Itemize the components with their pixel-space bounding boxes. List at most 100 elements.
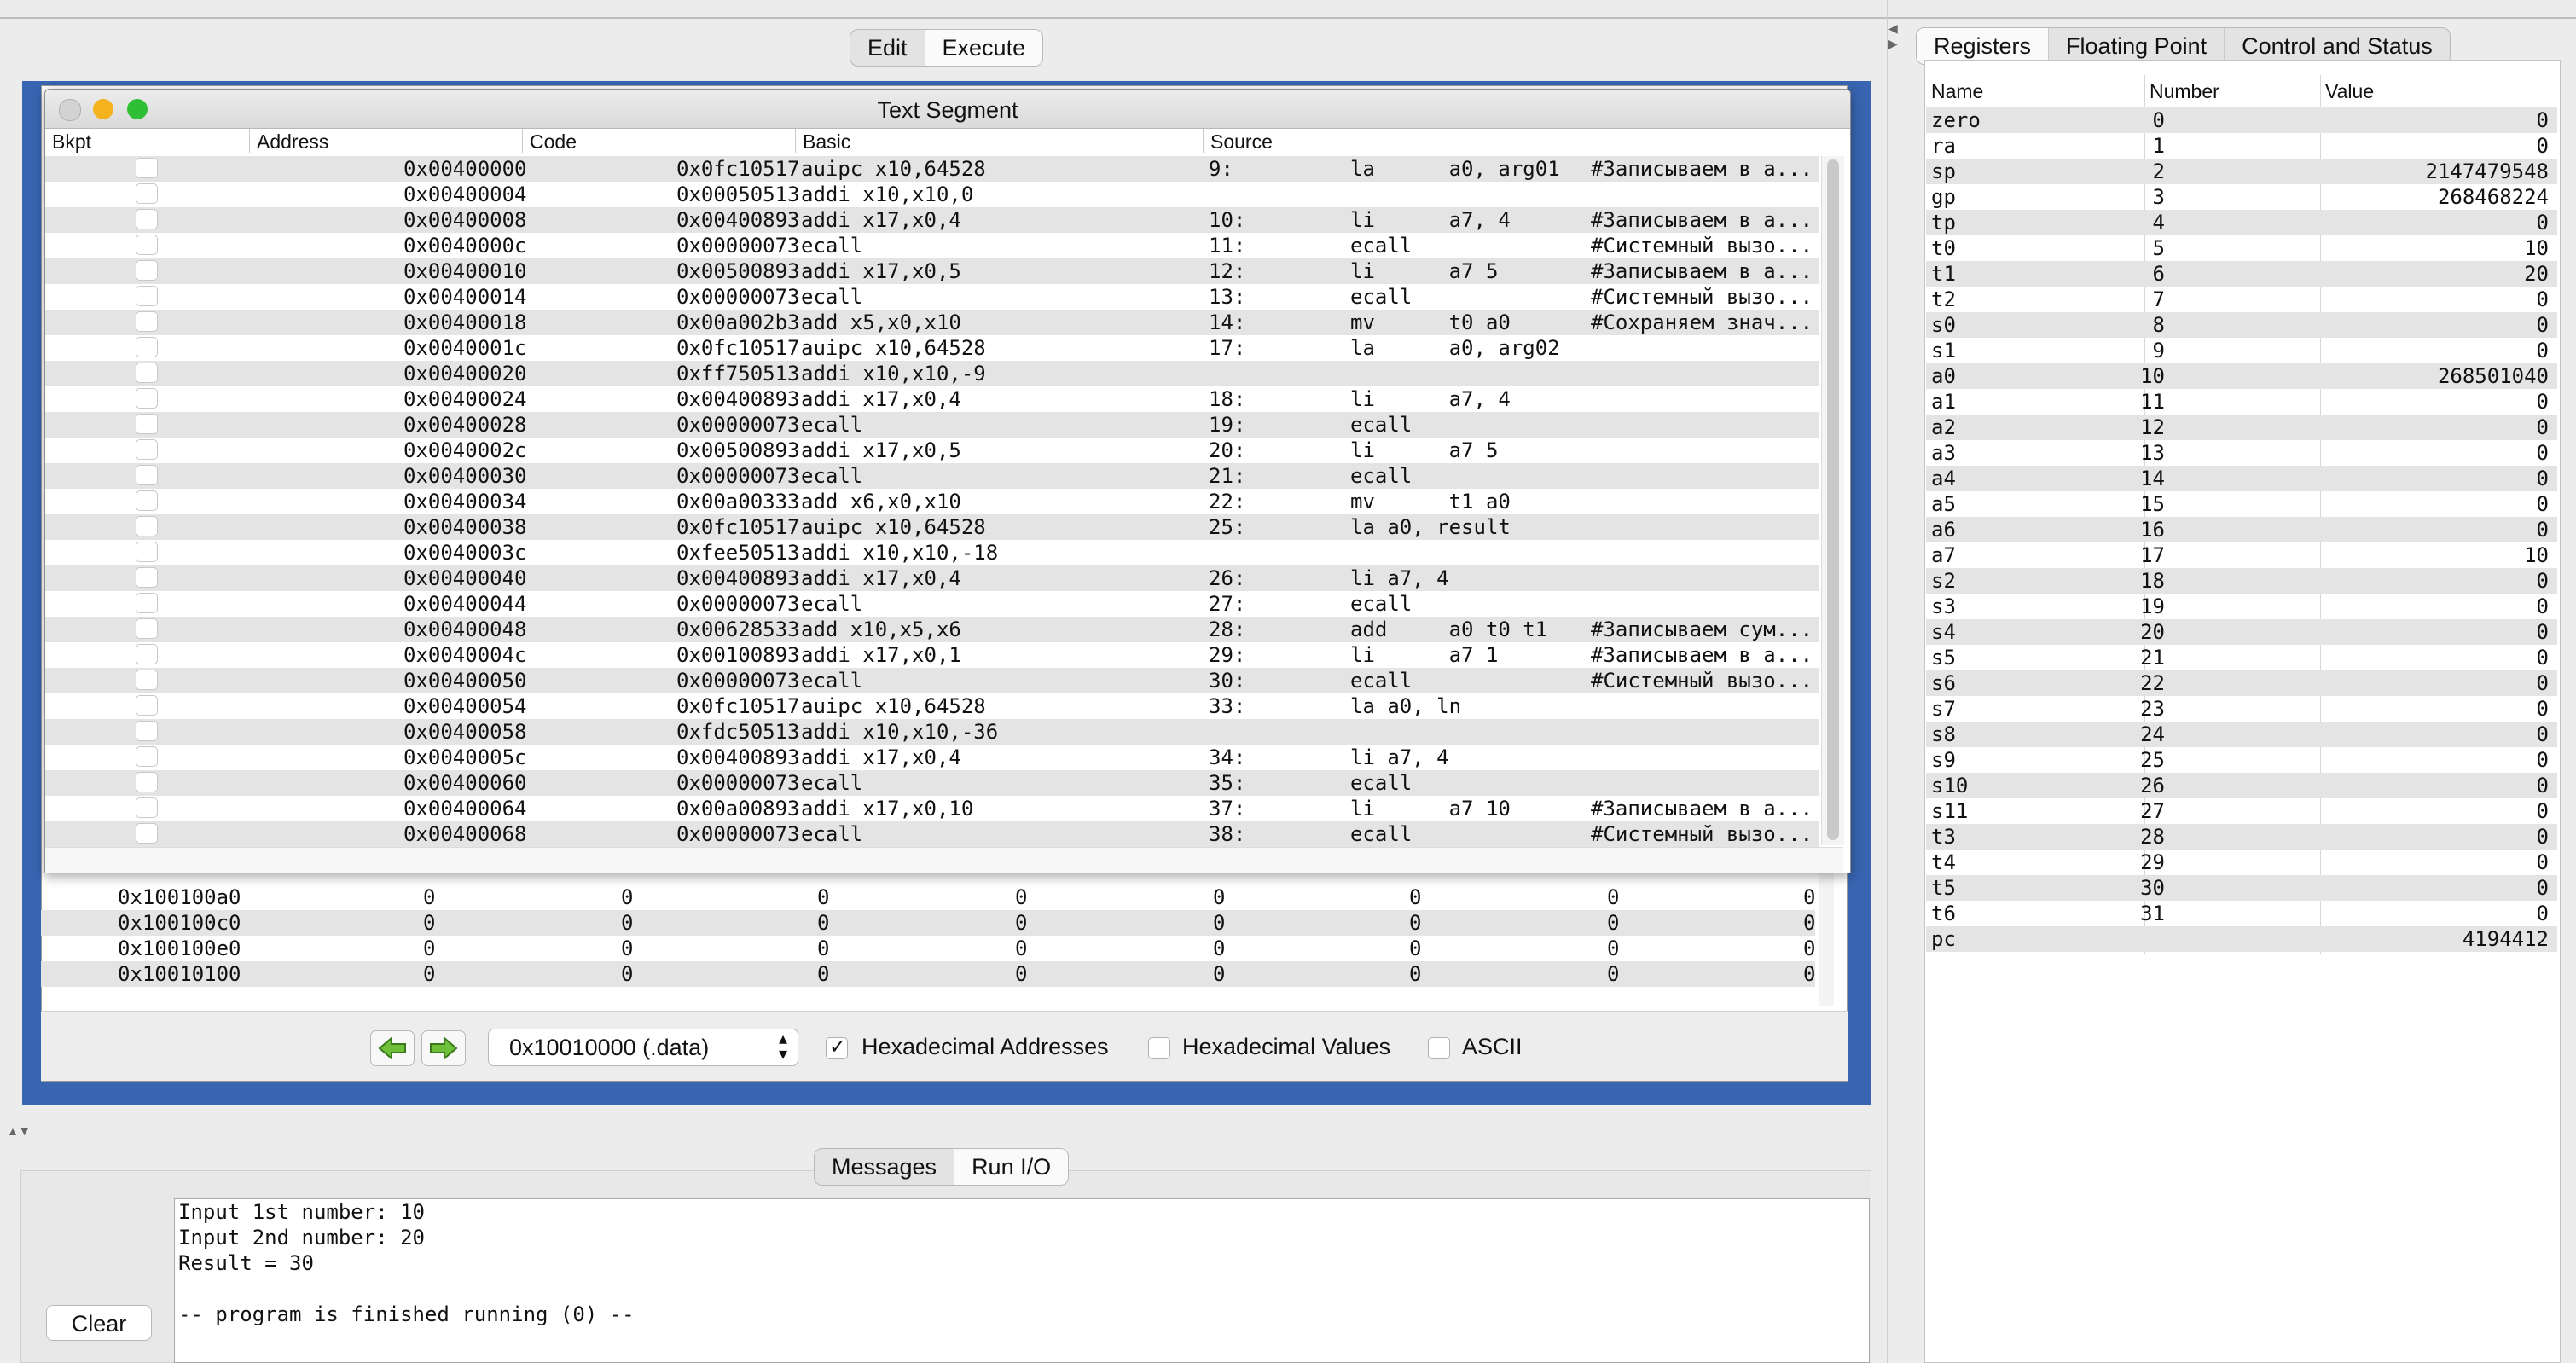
address-cell: 0x00400008: [403, 208, 527, 232]
table-row[interactable]: 0x00400040 0x00400893 addi x17,x0,4 26: li a…: [45, 566, 1819, 591]
splitter-collapse-icon[interactable]: ◀ ▶: [1888, 20, 1898, 51]
table-row[interactable]: 0x0040004c 0x00100893 addi x17,x0,1 29: li a…: [45, 642, 1819, 668]
data-value-cell: 0: [1213, 962, 1226, 986]
breakpoint-checkbox[interactable]: [136, 746, 158, 767]
register-row: t5 30 0: [1926, 875, 2557, 901]
table-row[interactable]: 0x00400020 0xff750513 addi x10,x10,-9: [45, 361, 1819, 386]
hex-values-checkbox[interactable]: [1148, 1037, 1170, 1059]
table-row[interactable]: 0x00400060 0x00000073 ecall 35: ecall: [45, 770, 1819, 796]
table-row[interactable]: 0x0040001c 0x0fc10517 auipc x10,64528 17: la…: [45, 335, 1819, 361]
segment-select[interactable]: 0x10010000 (.data) ▴ ▾: [488, 1029, 798, 1066]
table-row[interactable]: 0x00400008 0x00400893 addi x17,x0,4 10: li a…: [45, 207, 1819, 233]
breakpoint-checkbox[interactable]: [136, 593, 158, 613]
breakpoint-checkbox[interactable]: [136, 721, 158, 741]
breakpoint-checkbox[interactable]: [136, 209, 158, 229]
prev-button[interactable]: [370, 1030, 415, 1066]
breakpoint-checkbox[interactable]: [136, 772, 158, 792]
data-segment-scrollbar[interactable]: [1819, 873, 1834, 1006]
register-row: s5 21 0: [1926, 645, 2557, 670]
reg-header-value[interactable]: Value: [2325, 80, 2374, 103]
table-row[interactable]: 0x00400048 0x00628533 add x10,x5,x6 28: add …: [45, 617, 1819, 642]
table-row[interactable]: 0x00400038 0x0fc10517 auipc x10,64528 25: la…: [45, 514, 1819, 540]
breakpoint-checkbox[interactable]: [136, 644, 158, 664]
breakpoint-checkbox[interactable]: [136, 286, 158, 306]
hex-addresses-checkbox[interactable]: ✓: [826, 1035, 848, 1059]
breakpoint-checkbox[interactable]: [136, 158, 158, 178]
breakpoint-checkbox[interactable]: [136, 823, 158, 844]
address-cell: 0x00400068: [403, 822, 527, 846]
table-row[interactable]: 0x0040005c 0x00400893 addi x17,x0,4 34: li a…: [45, 745, 1819, 770]
reg-header-name[interactable]: Name: [1931, 80, 1983, 103]
breakpoint-checkbox[interactable]: [136, 362, 158, 383]
source-cell: li a7 5: [1350, 438, 1499, 462]
breakpoint-checkbox[interactable]: [136, 567, 158, 588]
breakpoint-checkbox[interactable]: [136, 490, 158, 511]
data-value-cell: 0: [1803, 937, 1816, 960]
table-row[interactable]: 0x00400004 0x00050513 addi x10,x10,0: [45, 182, 1819, 207]
breakpoint-checkbox[interactable]: [136, 183, 158, 204]
next-button[interactable]: [421, 1030, 466, 1066]
col-header-address[interactable]: Address: [250, 129, 523, 153]
breakpoint-checkbox[interactable]: [136, 414, 158, 434]
source-cell: ecall: [1350, 592, 1413, 616]
horizontal-scrollbar[interactable]: [45, 847, 1843, 873]
col-header-bkpt[interactable]: Bkpt: [45, 129, 250, 153]
table-row[interactable]: 0x00400024 0x00400893 addi x17,x0,4 18: li a…: [45, 386, 1819, 412]
tab-edit[interactable]: Edit: [850, 30, 925, 66]
data-value-cell: 0: [1213, 885, 1226, 909]
splitter-arrows-icon[interactable]: ▲▼: [7, 1124, 31, 1138]
run-io-output[interactable]: Input 1st number: 10 Input 2nd number: 20…: [174, 1198, 1870, 1363]
table-row[interactable]: 0x0040003c 0xfee50513 addi x10,x10,-18: [45, 540, 1819, 566]
text-segment-scrollbar[interactable]: [1821, 156, 1844, 845]
reg-header-number[interactable]: Number: [2150, 80, 2219, 103]
table-row[interactable]: 0x0040002c 0x00500893 addi x17,x0,5 20: li a…: [45, 438, 1819, 463]
table-row[interactable]: 0x00400014 0x00000073 ecall 13: ecall #Систем…: [45, 284, 1819, 310]
data-value-cell: 0: [621, 911, 634, 935]
source-line-cell: 14:: [1209, 310, 1246, 334]
register-name: t2: [1931, 287, 1956, 311]
table-row[interactable]: 0x0040000c 0x00000073 ecall 11: ecall #Систем…: [45, 233, 1819, 258]
breakpoint-checkbox[interactable]: [136, 260, 158, 281]
breakpoint-checkbox[interactable]: [136, 695, 158, 716]
clear-button[interactable]: Clear: [46, 1305, 152, 1341]
breakpoint-checkbox[interactable]: [136, 542, 158, 562]
tab-run-io[interactable]: Run I/O: [954, 1149, 1069, 1185]
table-row[interactable]: 0x00400028 0x00000073 ecall 19: ecall: [45, 412, 1819, 438]
breakpoint-checkbox[interactable]: [136, 798, 158, 818]
col-header-source[interactable]: Source: [1204, 129, 1819, 153]
breakpoint-checkbox[interactable]: [136, 311, 158, 332]
scrollbar-thumb[interactable]: [1827, 160, 1839, 840]
basic-cell: addi x17,x0,1: [801, 643, 961, 667]
breakpoint-checkbox[interactable]: [136, 337, 158, 357]
table-row[interactable]: 0x00400030 0x00000073 ecall 21: ecall: [45, 463, 1819, 489]
breakpoint-checkbox[interactable]: [136, 618, 158, 639]
col-header-basic[interactable]: Basic: [796, 129, 1204, 153]
breakpoint-checkbox[interactable]: [136, 388, 158, 409]
tab-messages[interactable]: Messages: [815, 1149, 954, 1185]
table-row[interactable]: 0x00400010 0x00500893 addi x17,x0,5 12: li a…: [45, 258, 1819, 284]
table-row[interactable]: 0x00400018 0x00a002b3 add x5,x0,x10 14: mv t…: [45, 310, 1819, 335]
breakpoint-checkbox[interactable]: [136, 516, 158, 536]
table-row[interactable]: 0x00400054 0x0fc10517 auipc x10,64528 33: la…: [45, 693, 1819, 719]
table-row[interactable]: 0x00400000 0x0fc10517 auipc x10,64528 9: la …: [45, 156, 1819, 182]
text-segment-titlebar[interactable]: Text Segment: [45, 90, 1850, 129]
breakpoint-checkbox[interactable]: [136, 235, 158, 255]
tab-control-status[interactable]: Control and Status: [2224, 28, 2450, 64]
table-row[interactable]: 0x00400034 0x00a00333 add x6,x0,x10 22: mv t…: [45, 489, 1819, 514]
basic-cell: ecall: [801, 669, 863, 693]
tab-registers[interactable]: Registers: [1917, 28, 2049, 64]
table-row[interactable]: 0x00400064 0x00a00893 addi x17,x0,10 37: li …: [45, 796, 1819, 821]
table-row[interactable]: 0x00400058 0xfdc50513 addi x10,x10,-36: [45, 719, 1819, 745]
table-row[interactable]: 0x00400050 0x00000073 ecall 30: ecall #Систем…: [45, 668, 1819, 693]
breakpoint-checkbox[interactable]: [136, 670, 158, 690]
breakpoint-checkbox[interactable]: [136, 465, 158, 485]
breakpoint-checkbox[interactable]: [136, 439, 158, 460]
ascii-checkbox[interactable]: [1428, 1037, 1450, 1059]
table-row[interactable]: 0x00400068 0x00000073 ecall 38: ecall #Систем…: [45, 821, 1819, 847]
tab-floating-point[interactable]: Floating Point: [2048, 28, 2224, 64]
data-value-cell: 0: [423, 937, 436, 960]
col-header-code[interactable]: Code: [523, 129, 796, 153]
table-row[interactable]: 0x00400044 0x00000073 ecall 27: ecall: [45, 591, 1819, 617]
vertical-splitter[interactable]: [1887, 0, 1899, 1363]
tab-execute[interactable]: Execute: [924, 30, 1043, 66]
